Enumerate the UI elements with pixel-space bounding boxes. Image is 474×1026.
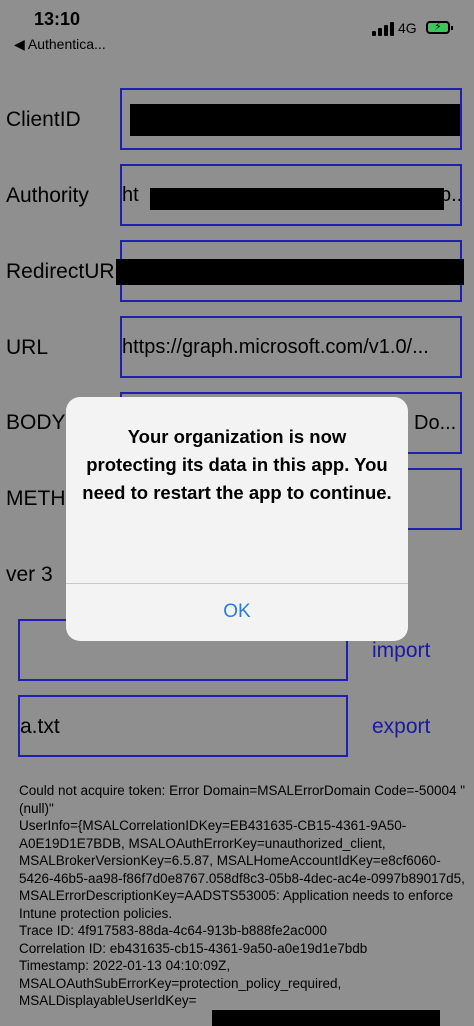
- alert-message: Your organization is now protecting its …: [82, 426, 392, 503]
- restart-required-alert: Your organization is now protecting its …: [66, 397, 408, 641]
- ok-button[interactable]: OK: [66, 584, 408, 641]
